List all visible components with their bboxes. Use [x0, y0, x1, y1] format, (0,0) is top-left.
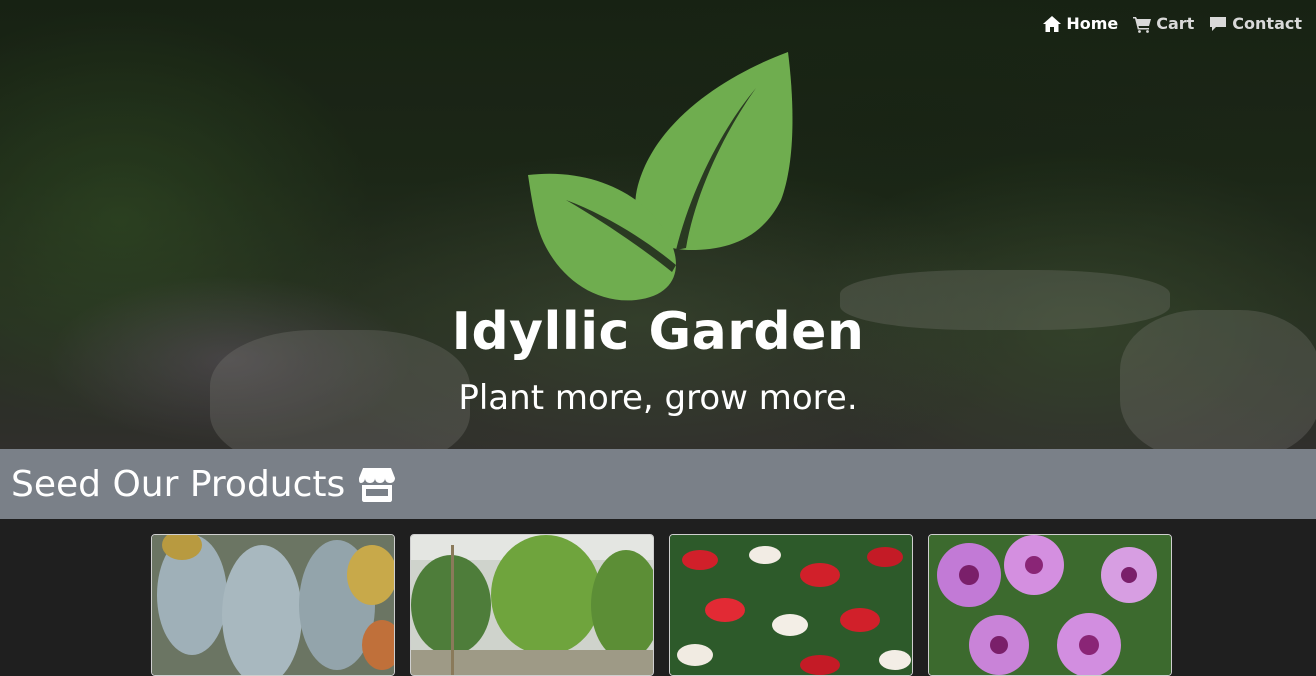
leaf-logo-icon	[528, 52, 793, 301]
product-image	[929, 535, 1171, 675]
top-nav: Home Cart Contact	[1042, 14, 1302, 33]
product-card-greenhouse[interactable]	[410, 534, 654, 676]
products-header: Seed Our Products	[0, 449, 1316, 519]
nav-contact-label: Contact	[1232, 14, 1302, 33]
cart-icon	[1133, 16, 1152, 33]
nav-cart-label: Cart	[1156, 14, 1195, 33]
chat-icon	[1210, 16, 1227, 31]
product-image	[670, 535, 912, 675]
nav-cart-link[interactable]: Cart	[1132, 14, 1194, 33]
product-image	[152, 535, 394, 675]
hero-banner: Home Cart Contact Idyllic Garden Plant m…	[0, 0, 1316, 449]
section-title: Seed Our Products	[11, 463, 346, 505]
nav-contact-link[interactable]: Contact	[1208, 14, 1302, 33]
product-card-geranium[interactable]	[928, 534, 1172, 676]
product-grid	[151, 534, 1172, 676]
product-card-anthurium[interactable]	[669, 534, 913, 676]
nav-home-link[interactable]: Home	[1042, 14, 1118, 33]
product-card-succulents[interactable]	[151, 534, 395, 676]
home-icon	[1043, 15, 1062, 32]
product-image	[411, 535, 653, 675]
nav-home-label: Home	[1066, 14, 1119, 33]
site-title: Idyllic Garden	[451, 302, 865, 362]
store-icon	[359, 468, 396, 502]
site-tagline: Plant more, grow more.	[458, 378, 858, 418]
